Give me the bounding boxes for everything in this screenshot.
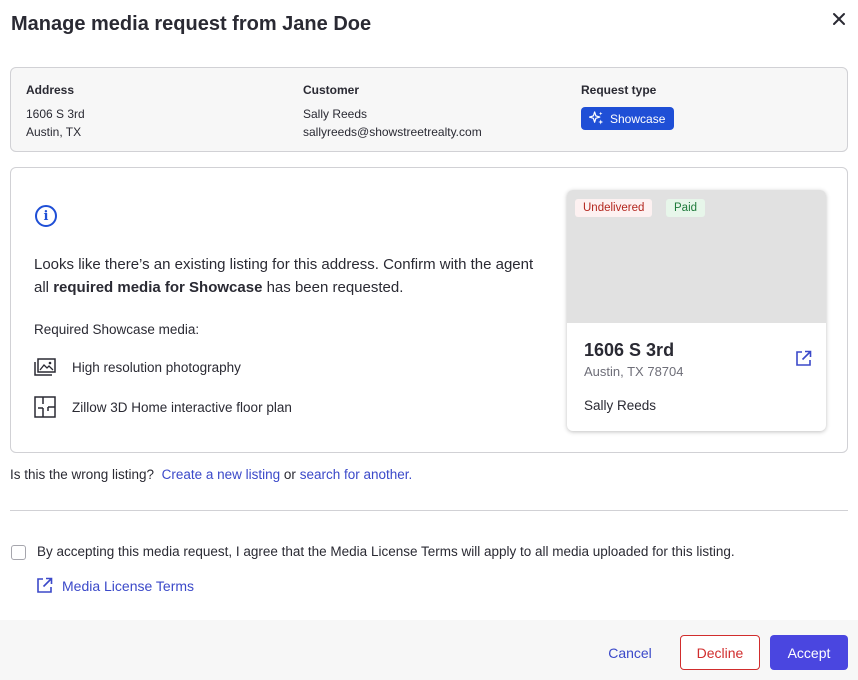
required-media-item: Zillow 3D Home interactive floor plan — [34, 396, 292, 418]
request-type-column: Request type Showcase — [581, 83, 675, 131]
payment-badge: Paid — [666, 199, 706, 217]
address-line1: 1606 S 3rd — [26, 107, 85, 121]
customer-column: Customer Sally Reeds sallyreeds@showstre… — [303, 83, 482, 139]
listing-address: 1606 S 3rd — [584, 340, 675, 360]
listing-photo-placeholder: Undelivered Paid — [567, 190, 826, 323]
search-listing-link[interactable]: search for another. — [300, 467, 413, 482]
agree-checkbox[interactable] — [11, 545, 26, 560]
media-license-terms-link[interactable]: Media License Terms — [36, 577, 194, 594]
request-type-value: Showcase — [610, 111, 666, 126]
wrong-listing-prompt: Is this the wrong listing? Create a new … — [10, 467, 413, 482]
customer-label: Customer — [303, 83, 360, 97]
cancel-button[interactable]: Cancel — [598, 635, 662, 670]
customer-email: sallyreeds@showstreetrealty.com — [303, 125, 482, 139]
request-type-badge: Showcase — [581, 107, 675, 130]
listing-card[interactable]: Undelivered Paid 1606 S 3rd Austin, TX 7… — [567, 190, 826, 431]
address-line2: Austin, TX — [26, 125, 82, 139]
status-badge: Undelivered — [575, 199, 653, 217]
dialog-footer: Cancel Decline Accept — [0, 620, 858, 680]
customer-name: Sally Reeds — [303, 107, 368, 121]
agreement-text: By accepting this media request, I agree… — [37, 544, 735, 559]
required-media-item: High resolution photography — [34, 358, 241, 376]
existing-listing-panel: i Looks like there’s an existing listing… — [10, 167, 848, 453]
divider — [10, 510, 848, 511]
required-media-title: Required Showcase media: — [34, 322, 200, 337]
photos-icon — [34, 358, 56, 376]
address-column: Address 1606 S 3rd Austin, TX — [26, 83, 85, 139]
request-type-label: Request type — [581, 83, 657, 97]
info-icon: i — [35, 205, 57, 227]
address-label: Address — [26, 83, 75, 97]
request-summary: Address 1606 S 3rd Austin, TX Customer S… — [10, 67, 848, 152]
existing-listing-message: Looks like there’s an existing listing f… — [34, 256, 534, 296]
decline-button[interactable]: Decline — [680, 635, 760, 670]
external-link-icon[interactable] — [795, 350, 812, 372]
dialog-title: Manage media request from Jane Doe — [11, 13, 372, 35]
close-icon[interactable] — [828, 8, 850, 30]
accept-button[interactable]: Accept — [770, 635, 848, 670]
external-link-icon — [37, 577, 53, 593]
listing-agent: Sally Reeds — [584, 398, 657, 413]
create-listing-link[interactable]: Create a new listing — [162, 467, 281, 482]
listing-city: Austin, TX 78704 — [584, 364, 684, 379]
sparkle-icon — [589, 111, 604, 125]
floor-plan-icon — [34, 396, 56, 418]
